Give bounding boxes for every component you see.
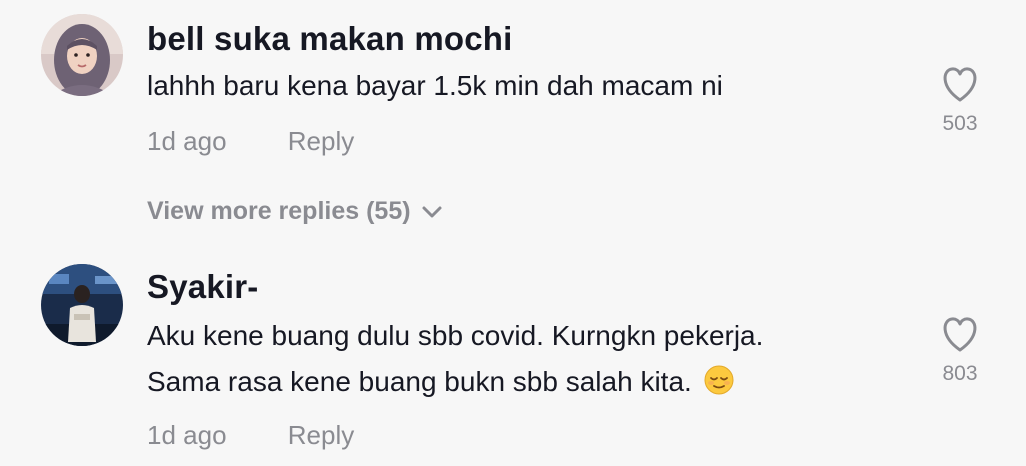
like-count: 503 — [942, 112, 978, 135]
reply-button[interactable]: Reply — [288, 420, 354, 451]
comments-section: bell suka makan mochi lahhh baru kena ba… — [0, 0, 1026, 466]
comment-meta: 1d ago Reply — [147, 126, 354, 157]
comment-text-line: lahhh baru kena bayar 1.5k min dah macam… — [147, 70, 723, 101]
heart-icon[interactable] — [930, 62, 990, 106]
like-group: 803 — [930, 312, 990, 386]
comment-text: Aku kene buang dulu sbb covid. Kurngkn p… — [147, 313, 763, 405]
comment-timestamp: 1d ago — [147, 420, 227, 450]
comment-text: lahhh baru kena bayar 1.5k min dah macam… — [147, 63, 723, 109]
avatar-photo-image — [41, 264, 123, 346]
like-group: 503 — [930, 62, 990, 136]
user-avatar[interactable] — [41, 14, 123, 96]
comment-text-line: Sama rasa kene buang bukn sbb salah kita… — [147, 366, 692, 397]
comment-text-line: Aku kene buang dulu sbb covid. Kurngkn p… — [147, 320, 764, 351]
comment-username[interactable]: Syakir- — [147, 268, 258, 306]
reply-button[interactable]: Reply — [288, 126, 354, 157]
comment-username[interactable]: bell suka makan mochi — [147, 20, 513, 58]
comment-timestamp: 1d ago — [147, 126, 227, 156]
view-more-replies-button[interactable]: View more replies (55) — [147, 197, 443, 226]
user-avatar[interactable] — [41, 264, 123, 346]
relieved-face-icon — [704, 363, 734, 395]
avatar-hijab-image — [41, 14, 123, 96]
comment-meta: 1d ago Reply — [147, 420, 354, 451]
chevron-down-icon — [422, 206, 442, 218]
like-count: 803 — [942, 362, 978, 385]
view-more-replies-label: View more replies (55) — [147, 197, 411, 225]
heart-icon[interactable] — [930, 312, 990, 356]
